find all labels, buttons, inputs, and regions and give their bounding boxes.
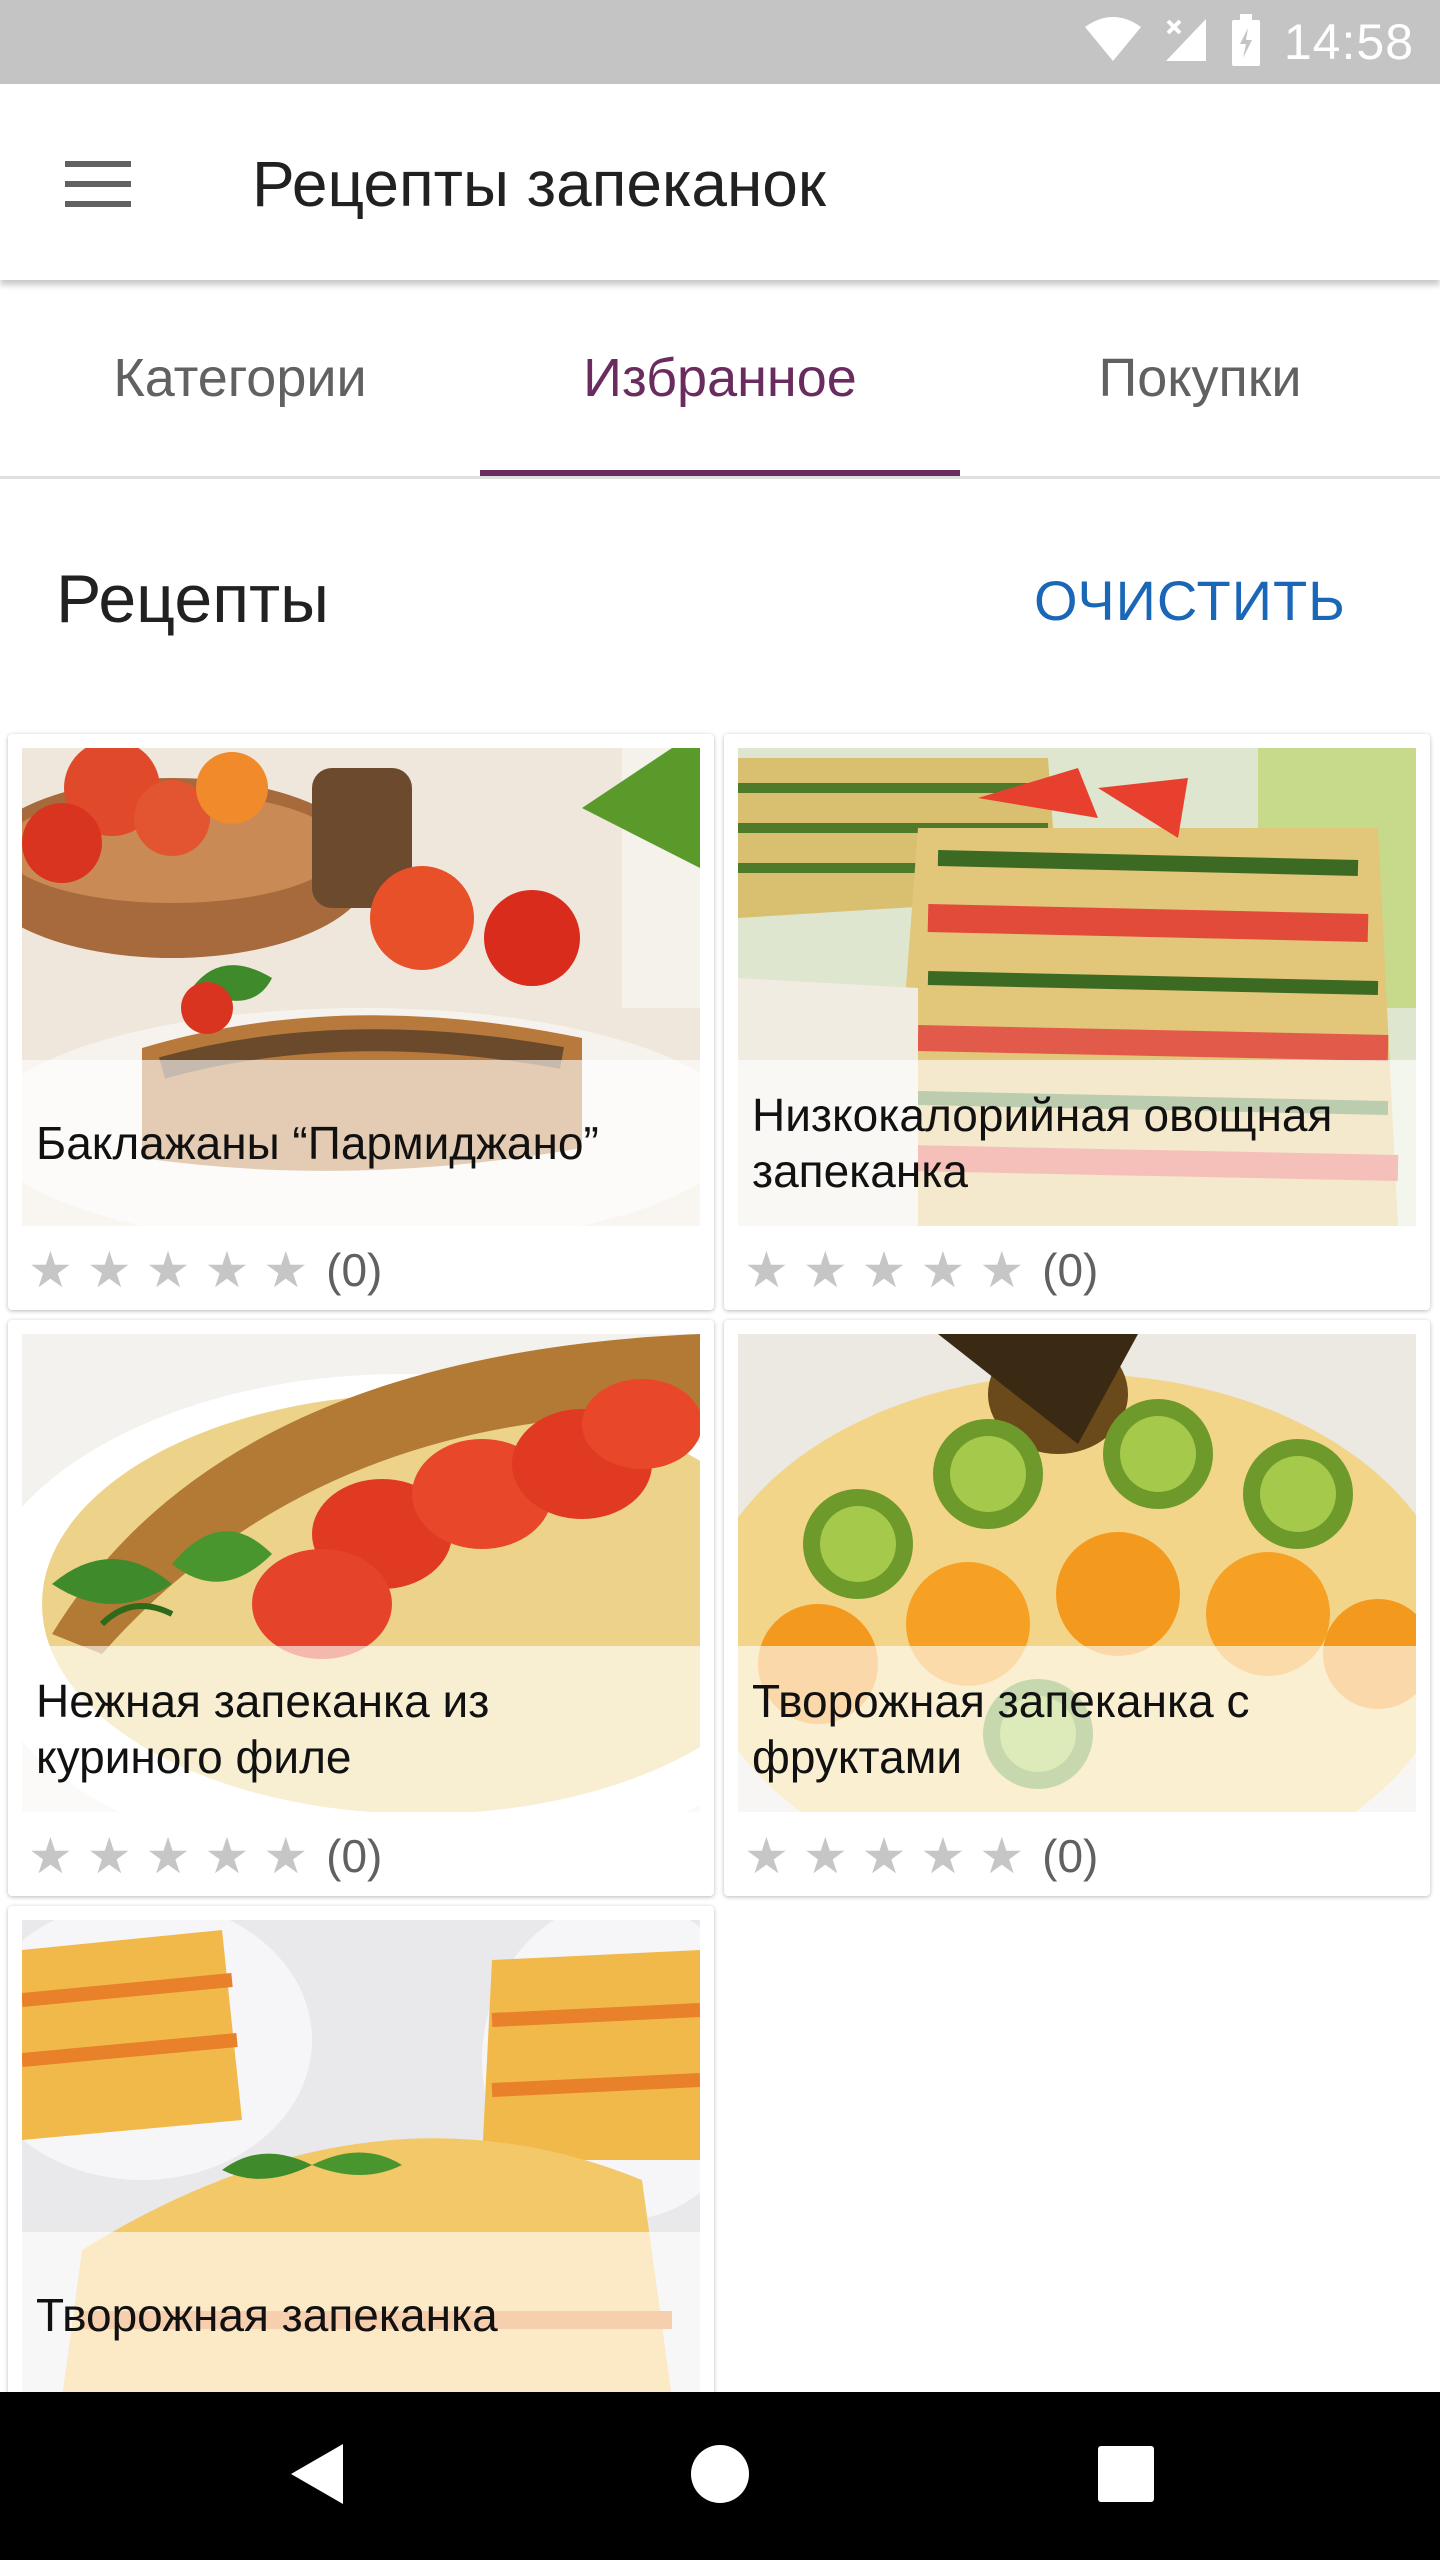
rating-count: (0) (1042, 1244, 1099, 1296)
menu-button[interactable] (46, 138, 150, 234)
star-icon: ★ (744, 1828, 789, 1884)
page-title: Рецепты запеканок (252, 148, 826, 220)
star-icon: ★ (263, 1828, 309, 1884)
star-icon: ★ (979, 1242, 1025, 1298)
status-bar: 14:58 (0, 0, 1440, 84)
recipe-card[interactable]: Низкокалорийная овощная запеканка ★ ★ ★ … (724, 734, 1430, 1310)
rating-count: (0) (326, 1830, 383, 1882)
rating: ★ ★ ★ ★ ★ (0) (28, 1824, 382, 1888)
star-icon: ★ (861, 1828, 907, 1884)
recipe-image: Нежная запеканка из куриного филе (22, 1334, 700, 1812)
status-time: 14:58 (1283, 14, 1414, 70)
star-icon: ★ (204, 1242, 250, 1298)
back-button[interactable] (265, 2424, 369, 2528)
star-icon: ★ (86, 1242, 132, 1298)
status-icons: 14:58 (1084, 0, 1414, 84)
star-icon: ★ (145, 1242, 191, 1298)
recipe-card[interactable]: Творожная запеканка с фруктами ★ ★ ★ ★ ★… (724, 1320, 1430, 1896)
star-icon: ★ (145, 1828, 191, 1884)
star-icon: ★ (263, 1242, 309, 1298)
rating: ★ ★ ★ ★ ★ (0) (744, 1238, 1098, 1302)
menu-icon (65, 159, 131, 214)
tab-shopping[interactable]: Покупки (960, 280, 1440, 476)
rating-count: (0) (1042, 1830, 1099, 1882)
tab-indicator (480, 470, 960, 476)
star-icon: ★ (979, 1828, 1025, 1884)
recipe-image: Творожная запеканка с фруктами (738, 1334, 1416, 1812)
recipe-image: Творожная запеканка (22, 1920, 700, 2398)
rating: ★ ★ ★ ★ ★ (0) (744, 1824, 1098, 1888)
recipe-card[interactable]: Нежная запеканка из куриного филе ★ ★ ★ … (8, 1320, 714, 1896)
recents-button[interactable] (1074, 2424, 1178, 2528)
rating: ★ ★ ★ ★ ★ (0) (28, 1238, 382, 1302)
recipe-title: Творожная запеканка (36, 2289, 498, 2341)
wifi-icon (1084, 16, 1142, 68)
recipe-image: Низкокалорийная овощная запеканка (738, 748, 1416, 1226)
tab-favorites[interactable]: Избранное (480, 280, 960, 476)
star-icon: ★ (802, 1242, 848, 1298)
battery-icon (1230, 13, 1262, 71)
back-icon (287, 2442, 347, 2511)
recipe-caption: Низкокалорийная овощная запеканка (738, 1060, 1416, 1226)
recents-icon (1098, 2445, 1154, 2507)
recipe-caption: Баклажаны “Пармиджано” (22, 1060, 700, 1226)
home-button[interactable] (668, 2424, 772, 2528)
tab-categories[interactable]: Категории (0, 280, 480, 476)
recipe-title: Низкокалорийная овощная запеканка (752, 1089, 1333, 1197)
recipe-title: Творожная запеканка с фруктами (752, 1675, 1250, 1783)
star-icon: ★ (802, 1828, 848, 1884)
clear-button[interactable]: ОЧИСТИТЬ (1034, 568, 1346, 633)
app-bar: Рецепты запеканок (0, 84, 1440, 280)
recipe-caption: Творожная запеканка с фруктами (738, 1646, 1416, 1812)
star-icon: ★ (204, 1828, 250, 1884)
recipe-title: Нежная запеканка из куриного филе (36, 1675, 490, 1783)
star-icon: ★ (86, 1828, 132, 1884)
recipe-caption: Творожная запеканка (22, 2232, 700, 2398)
recipe-image: Баклажаны “Пармиджано” (22, 748, 700, 1226)
signal-icon (1164, 17, 1208, 68)
star-icon: ★ (920, 1242, 966, 1298)
rating-count: (0) (326, 1244, 383, 1296)
tab-bar: Категории Избранное Покупки (0, 280, 1440, 479)
navigation-bar (0, 2392, 1440, 2560)
star-icon: ★ (744, 1242, 789, 1298)
star-icon: ★ (920, 1828, 966, 1884)
recipe-caption: Нежная запеканка из куриного филе (22, 1646, 700, 1812)
home-icon (690, 2444, 750, 2509)
section-title: Рецепты (56, 561, 330, 637)
star-icon: ★ (28, 1242, 73, 1298)
star-icon: ★ (861, 1242, 907, 1298)
recipe-card[interactable]: Баклажаны “Пармиджано” ★ ★ ★ ★ ★ (0) (8, 734, 714, 1310)
recipe-title: Баклажаны “Пармиджано” (36, 1117, 599, 1169)
star-icon: ★ (28, 1828, 73, 1884)
